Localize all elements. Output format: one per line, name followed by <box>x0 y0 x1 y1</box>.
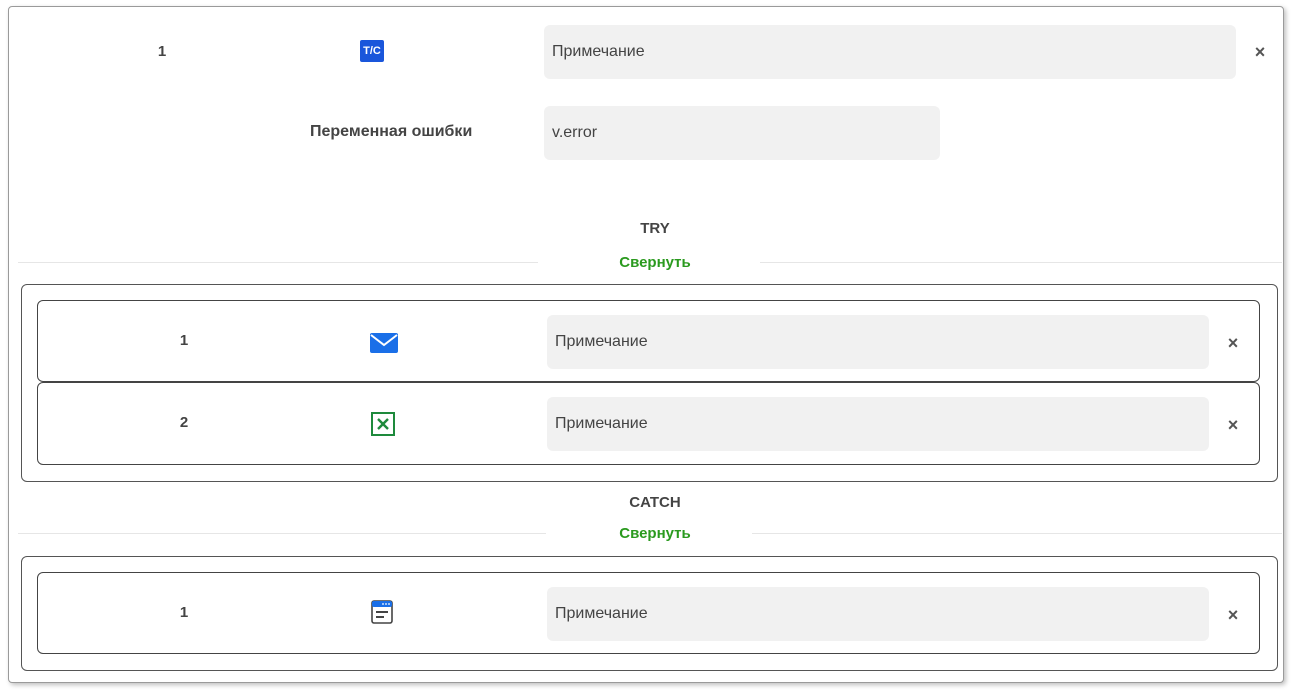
window-icon <box>371 600 393 629</box>
try-collapse-link[interactable]: Свернуть <box>555 254 755 271</box>
catch-section-title: CATCH <box>629 494 681 511</box>
step-number: 1 <box>179 604 189 621</box>
step-number: 1 <box>157 43 167 60</box>
remove-step-button[interactable]: × <box>1223 333 1243 353</box>
mail-icon <box>370 333 398 358</box>
error-variable-value: v.error <box>552 124 598 141</box>
try-catch-icon-text: T/C <box>363 45 381 57</box>
step-number: 1 <box>179 332 189 349</box>
note-input[interactable]: Примечание <box>547 587 1209 641</box>
note-placeholder: Примечание <box>552 43 645 60</box>
note-placeholder: Примечание <box>555 605 648 622</box>
remove-step-button[interactable]: × <box>1223 605 1243 625</box>
excel-icon <box>371 412 395 441</box>
catch-collapse-link[interactable]: Свернуть <box>555 525 755 542</box>
error-variable-input[interactable]: v.error <box>544 106 940 160</box>
try-catch-icon: T/C <box>360 40 384 62</box>
try-section-title: TRY <box>640 220 670 237</box>
divider <box>760 262 1282 263</box>
error-variable-label: Переменная ошибки <box>310 123 473 140</box>
note-placeholder: Примечание <box>555 415 648 432</box>
divider <box>752 533 1282 534</box>
remove-step-button[interactable]: × <box>1250 42 1270 62</box>
remove-step-button[interactable]: × <box>1223 415 1243 435</box>
divider <box>18 533 546 534</box>
note-input[interactable]: Примечание <box>544 25 1236 79</box>
note-input[interactable]: Примечание <box>547 315 1209 369</box>
note-placeholder: Примечание <box>555 333 648 350</box>
divider <box>18 262 538 263</box>
step-number: 2 <box>179 414 189 431</box>
note-input[interactable]: Примечание <box>547 397 1209 451</box>
